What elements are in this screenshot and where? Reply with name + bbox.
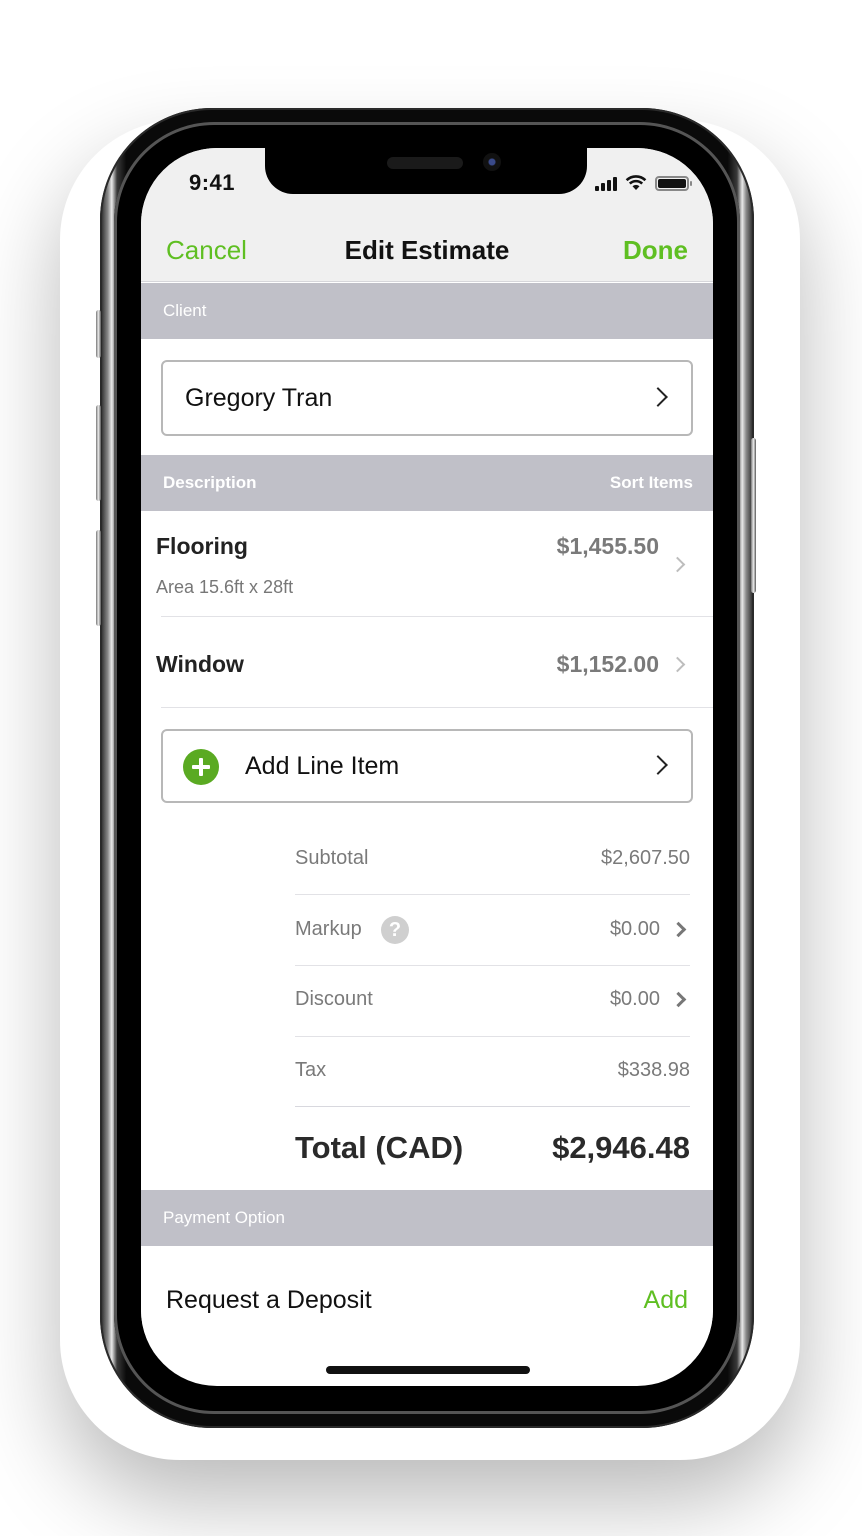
subtotal-label: Subtotal [295,847,369,869]
volume-down-button [96,530,101,626]
cellular-signal-icon [595,177,617,191]
discount-label: Discount [295,988,373,1010]
subtotal-value: $2,607.50 [601,847,690,869]
line-item-name: Window [156,651,244,677]
line-item-flooring[interactable]: Flooring Area 15.6ft x 28ft $1,455.50 [141,511,713,616]
markup-value: $0.00 [609,918,660,940]
add-line-item-button[interactable]: Add Line Item [161,729,693,803]
line-item-price: $1,455.50 [556,533,659,559]
payment-header-label: Payment Option [163,1208,285,1227]
subtotal-row: Subtotal $2,607.50 [295,825,690,895]
chevron-right-icon [670,991,687,1008]
notch [265,148,587,194]
total-value: $2,946.48 [552,1130,690,1165]
tax-row: Tax $338.98 [295,1037,690,1107]
speaker-grille [387,157,463,169]
chevron-right-icon [669,656,686,673]
chevron-right-icon [669,556,686,573]
add-line-item-label: Add Line Item [245,752,400,780]
chevron-right-icon [648,755,668,775]
add-deposit-button[interactable]: Add [644,1286,688,1315]
divider [161,707,713,708]
discount-row[interactable]: Discount $0.00 [295,966,690,1036]
client-section-header: Client [141,283,713,339]
screen: 9:41 Cancel Edit Estimate Done Client Gr… [141,148,713,1386]
divider [295,1106,690,1107]
client-header-label: Client [163,301,207,320]
total-row: Total (CAD) $2,946.48 [295,1108,690,1188]
wifi-icon [625,175,647,190]
sort-items-button[interactable]: Sort Items [610,455,693,511]
divider [295,894,690,895]
chevron-right-icon [670,921,687,938]
line-item-price: $1,152.00 [556,651,659,677]
navigation-bar: Cancel Edit Estimate Done [141,220,713,282]
tax-label: Tax [295,1059,327,1081]
description-section-header: Description Sort Items [141,455,713,511]
discount-value: $0.00 [609,988,660,1010]
line-item-name: Flooring [156,533,248,559]
front-camera [483,153,501,171]
status-time: 9:41 [189,170,236,195]
status-icons [595,175,692,191]
add-circle-icon [183,749,219,785]
battery-icon [655,176,692,191]
line-item-detail: Area 15.6ft x 28ft [156,577,294,597]
payment-section-header: Payment Option [141,1190,713,1246]
request-deposit-label: Request a Deposit [166,1286,372,1314]
total-label: Total (CAD) [295,1130,464,1165]
done-button[interactable]: Done [623,235,688,266]
tax-value: $338.98 [617,1059,690,1081]
home-indicator[interactable] [326,1366,530,1374]
chevron-right-icon [648,387,668,407]
volume-up-button [96,405,101,501]
mute-switch [96,310,101,358]
description-header-label: Description [163,473,257,492]
client-name: Gregory Tran [185,384,333,412]
power-button [751,438,756,593]
request-deposit-row: Request a Deposit Add [141,1246,713,1356]
client-selector[interactable]: Gregory Tran [161,360,693,436]
markup-label: Markup [295,918,362,940]
line-item-window[interactable]: Window $1,152.00 [141,617,713,707]
markup-row[interactable]: Markup ? $0.00 [295,896,690,966]
help-icon[interactable]: ? [381,916,409,944]
